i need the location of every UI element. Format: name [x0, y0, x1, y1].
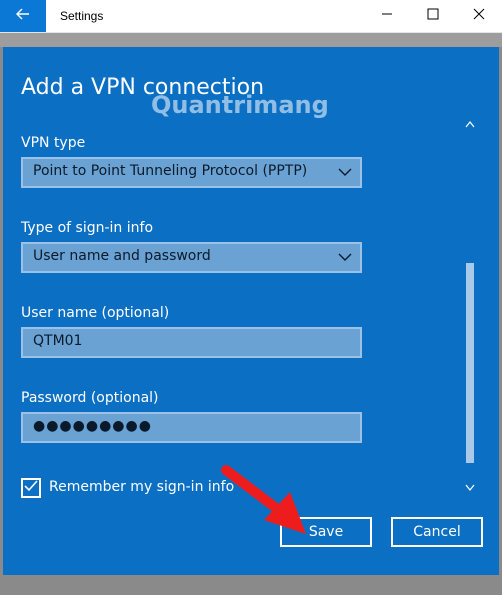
scrollbar-thumb[interactable] — [466, 263, 474, 463]
password-value: ●●●●●●●●● — [33, 418, 152, 434]
chevron-down-icon — [465, 479, 475, 497]
minimize-button[interactable] — [364, 0, 410, 32]
window-title: Settings — [60, 9, 104, 23]
scroll-down-button[interactable] — [465, 483, 475, 493]
username-value: QTM01 — [33, 333, 83, 349]
chevron-down-icon — [338, 250, 352, 264]
minimize-icon — [381, 7, 393, 25]
chevron-down-icon — [338, 165, 352, 179]
sign-in-type-label: Type of sign-in info — [21, 220, 154, 236]
dimmed-header-strip — [0, 33, 502, 47]
close-button[interactable] — [456, 0, 502, 32]
password-label: Password (optional) — [21, 390, 159, 406]
vpn-type-dropdown[interactable]: Point to Point Tunneling Protocol (PPTP) — [21, 157, 362, 188]
vpn-type-label: VPN type — [21, 135, 86, 151]
chevron-up-icon — [465, 115, 475, 133]
password-input[interactable]: ●●●●●●●●● — [21, 412, 362, 443]
username-input[interactable]: QTM01 — [21, 327, 362, 358]
vpn-dialog: Add a VPN connection Quantrimang VPN typ… — [3, 47, 499, 575]
sign-in-type-value: User name and password — [33, 248, 211, 264]
scroll-up-button[interactable] — [465, 119, 475, 129]
vpn-type-value: Point to Point Tunneling Protocol (PPTP) — [33, 163, 308, 179]
checkmark-icon — [24, 479, 38, 497]
title-bar: Settings — [0, 0, 502, 33]
sign-in-type-dropdown[interactable]: User name and password — [21, 242, 362, 273]
back-arrow-icon — [16, 7, 30, 25]
remember-label: Remember my sign-in info — [49, 479, 235, 495]
maximize-button[interactable] — [410, 0, 456, 32]
cancel-button[interactable]: Cancel — [391, 517, 483, 547]
maximize-icon — [427, 7, 439, 25]
watermark-logo: Quantrimang — [151, 91, 329, 119]
close-icon — [473, 7, 485, 25]
username-label: User name (optional) — [21, 305, 170, 321]
save-button[interactable]: Save — [280, 517, 372, 547]
remember-checkbox[interactable] — [21, 478, 41, 498]
back-button[interactable] — [0, 0, 46, 32]
